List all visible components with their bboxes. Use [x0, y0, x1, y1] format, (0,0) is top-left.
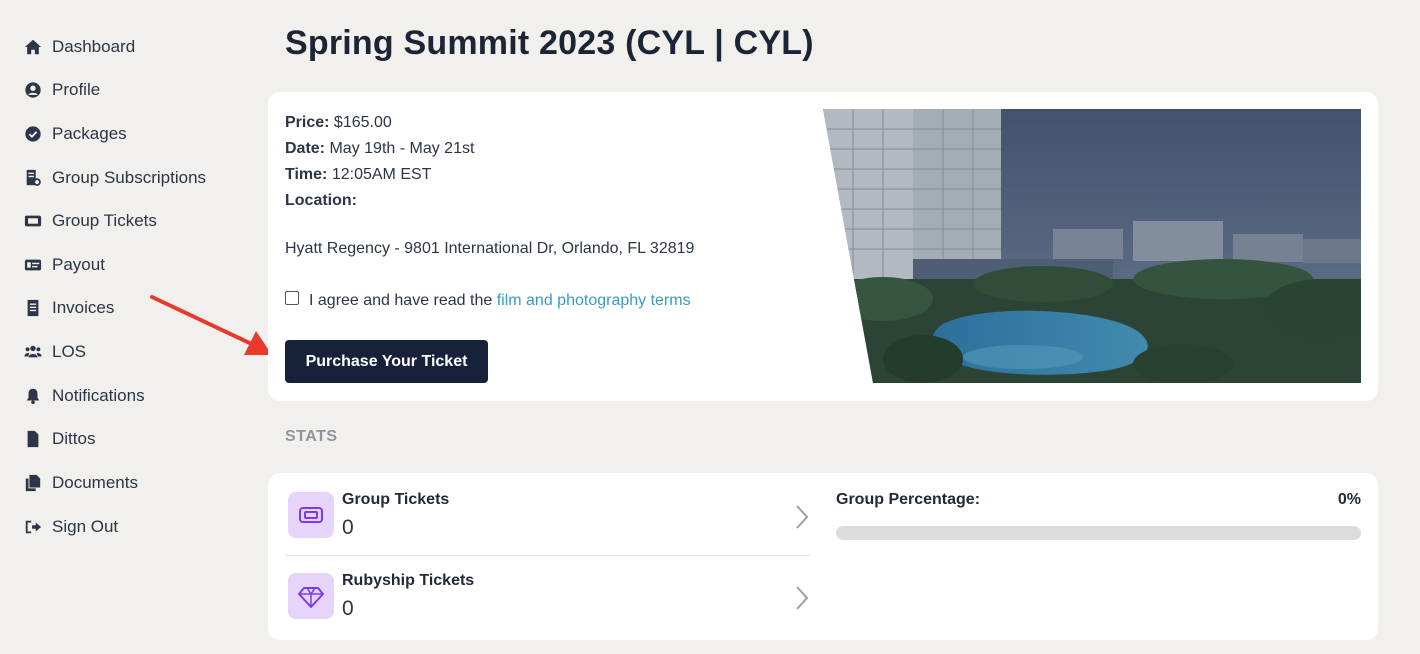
sidebar-item-payout[interactable]: Payout	[24, 251, 105, 279]
sidebar-item-dashboard[interactable]: Dashboard	[24, 33, 135, 61]
event-card: Price: $165.00 Date: May 19th - May 21st…	[268, 92, 1378, 401]
sidebar-item-label: Invoices	[52, 298, 115, 317]
sidebar-item-label: LOS	[52, 342, 87, 361]
gem-icon	[288, 573, 334, 619]
file-icon	[24, 430, 42, 448]
terms-agreement: I agree and have read the film and photo…	[285, 291, 691, 310]
ticket-icon	[288, 492, 334, 538]
sidebar-item-sign-out[interactable]: Sign Out	[24, 513, 118, 541]
chevron-right-icon	[796, 586, 809, 610]
price-line: Price: $165.00	[285, 110, 474, 136]
agree-text: I agree and have read the	[309, 292, 493, 309]
event-address: Hyatt Regency - 9801 International Dr, O…	[285, 240, 695, 257]
stat-value: 0	[342, 597, 354, 620]
money-card-icon	[24, 256, 42, 274]
date-line: Date: May 19th - May 21st	[285, 136, 474, 162]
sidebar-item-group-subscriptions[interactable]: Group Subscriptions	[24, 164, 206, 192]
sidebar-item-label: Documents	[52, 473, 138, 492]
home-icon	[24, 38, 42, 56]
sidebar-item-label: Sign Out	[52, 517, 119, 536]
sidebar-item-notifications[interactable]: Notifications	[24, 382, 145, 410]
sidebar-item-label: Packages	[52, 124, 127, 143]
sidebar-item-label: Payout	[52, 255, 105, 274]
sidebar-item-label: Group Tickets	[52, 211, 157, 230]
sign-out-icon	[24, 518, 42, 536]
file-invoice-icon	[24, 169, 42, 187]
venue-image	[823, 109, 1361, 383]
group-percentage-label: Group Percentage:	[836, 491, 981, 508]
sidebar-item-dittos[interactable]: Dittos	[24, 425, 95, 453]
rubyship-tickets-stat[interactable]: Rubyship Tickets 0	[285, 557, 810, 637]
bell-icon	[24, 387, 42, 405]
time-value: 12:05AM EST	[331, 166, 432, 183]
date-label: Date:	[285, 140, 326, 157]
check-circle-icon	[24, 125, 42, 143]
price-label: Price:	[285, 114, 330, 131]
group-percentage-progress	[836, 526, 1361, 540]
group-percentage-value: 0%	[1337, 491, 1361, 508]
date-value: May 19th - May 21st	[329, 140, 475, 157]
event-details: Price: $165.00 Date: May 19th - May 21st…	[285, 110, 474, 214]
ticket-icon	[24, 212, 42, 230]
time-label: Time:	[285, 166, 328, 183]
chevron-right-icon	[796, 505, 809, 529]
group-tickets-stat[interactable]: Group Tickets 0	[285, 476, 810, 556]
sidebar-item-label: Profile	[52, 80, 101, 99]
user-circle-icon	[24, 81, 42, 99]
sidebar-item-label: Dashboard	[52, 37, 136, 56]
sidebar-item-invoices[interactable]: Invoices	[24, 294, 114, 322]
time-line: Time: 12:05AM EST	[285, 162, 474, 188]
page-title: Spring Summit 2023 (CYL | CYL)	[285, 24, 814, 62]
stat-label: Group Tickets	[342, 491, 450, 508]
stats-card: Group Tickets 0 Rubyship Tickets 0 Group…	[268, 473, 1378, 640]
location-label: Location:	[285, 192, 357, 209]
sidebar-item-group-tickets[interactable]: Group Tickets	[24, 207, 157, 235]
sidebar-item-label: Dittos	[52, 429, 96, 448]
stats-section-label: STATS	[285, 428, 338, 445]
stat-value: 0	[342, 516, 354, 539]
sidebar-item-label: Group Subscriptions	[52, 168, 207, 187]
terms-checkbox[interactable]	[285, 291, 299, 305]
sidebar-item-documents[interactable]: Documents	[24, 469, 138, 497]
receipt-icon	[24, 299, 42, 317]
purchase-ticket-button[interactable]: Purchase Your Ticket	[285, 340, 488, 383]
sidebar-item-profile[interactable]: Profile	[24, 76, 100, 104]
stat-label: Rubyship Tickets	[342, 572, 475, 589]
terms-link[interactable]: film and photography terms	[497, 292, 691, 309]
sidebar-item-los[interactable]: LOS	[24, 338, 86, 366]
location-line: Location:	[285, 188, 474, 214]
price-value: $165.00	[333, 114, 392, 131]
copy-icon	[24, 474, 42, 492]
users-icon	[24, 343, 42, 361]
sidebar-item-packages[interactable]: Packages	[24, 120, 127, 148]
sidebar-item-label: Notifications	[52, 386, 145, 405]
